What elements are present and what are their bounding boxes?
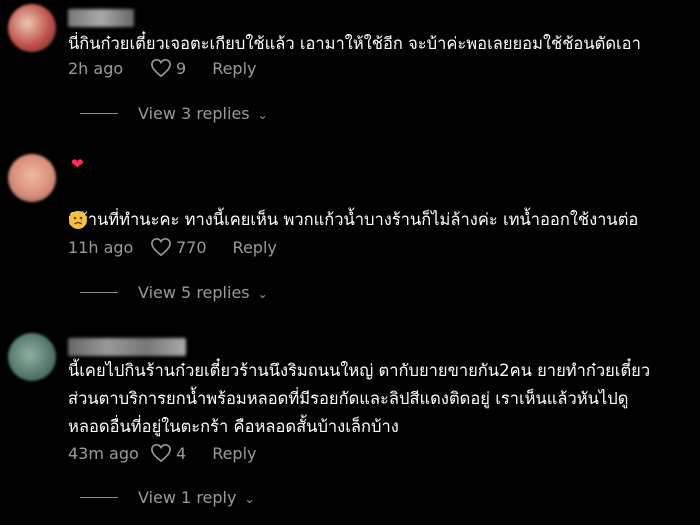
chevron-down-icon: ⌄ [257,107,268,122]
view-replies-button[interactable]: View 3 replies ⌄ [80,104,268,123]
avatar[interactable] [8,4,56,52]
divider-line [80,291,118,294]
username-blurred[interactable] [68,338,186,356]
reply-button[interactable]: Reply [233,238,277,257]
view-replies-label: View 5 replies [138,283,250,302]
comment-text: นี่กินก๋วยเตี๋ยวเจอตะเกียบใช้แล้ว เอามาใ… [68,34,641,53]
username-blurred[interactable] [68,9,134,27]
like-count: 770 [176,237,207,257]
comment-meta: 43m ago 4 Reply [68,443,257,463]
comment-time: 43m ago [68,443,139,463]
comment-text-line: มีร้านที่ทำนะคะ ทางนี้เคยเห็น พวกแก้วน้ำ… [68,210,639,229]
comment-time: 11h ago [68,237,134,257]
comment-time: 2h ago [68,58,124,78]
comment-meta: 2h ago 9 Reply [68,58,257,78]
reply-button[interactable]: Reply [212,444,256,463]
view-replies-button[interactable]: View 5 replies ⌄ [80,283,268,302]
like-button[interactable]: 4 [150,443,186,463]
comment-text: มีร้านที่ทำนะคะ ทางนี้เคยเห็น พวกแก้วน้ำ… [68,178,688,234]
comment-text: นี้เคยไปกินร้านก๋วยเตี๋ยวร้านนึงริมถนนให… [68,361,651,436]
divider-line [80,112,118,115]
chevron-down-icon: ⌄ [244,491,255,506]
like-button[interactable]: 770 [150,237,207,257]
view-replies-button[interactable]: View 1 reply ⌄ [80,488,255,507]
heart-outline-icon [151,443,171,463]
like-button[interactable]: 9 [150,58,186,78]
creator-liked-badge: ❤ [71,155,84,173]
avatar[interactable] [8,154,56,202]
like-count: 9 [176,58,187,78]
heart-outline-icon [151,237,171,257]
view-replies-label: View 3 replies [138,104,250,123]
chevron-down-icon: ⌄ [257,286,268,301]
comment-meta: 11h ago 770 Reply [68,237,277,257]
reply-button[interactable]: Reply [212,59,256,78]
like-count: 4 [176,443,187,463]
heart-outline-icon [151,58,171,78]
avatar[interactable] [8,333,56,381]
divider-line [80,496,118,499]
view-replies-label: View 1 reply [138,488,237,507]
sad-face-emoji [69,211,87,229]
